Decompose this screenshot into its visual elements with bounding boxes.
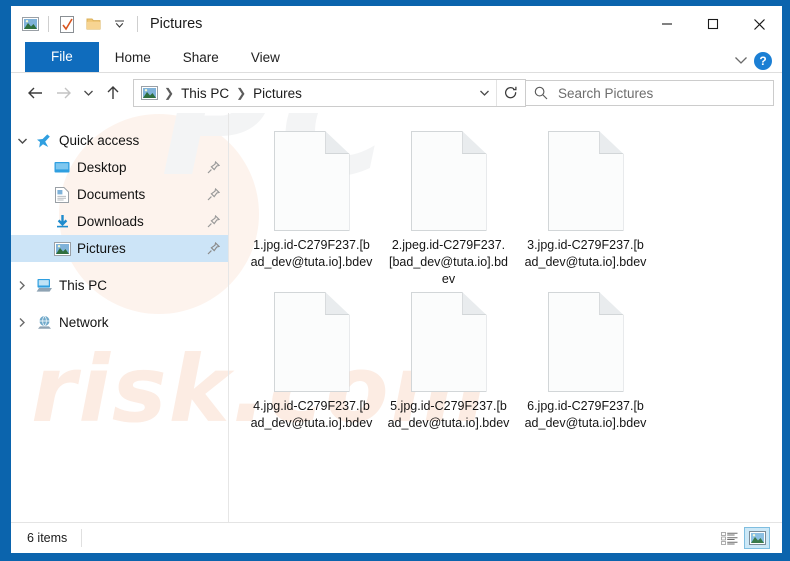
blank-document-icon xyxy=(273,131,350,231)
title-bar: Pictures xyxy=(11,6,782,42)
explorer-window: PC risk.com Pictures File Home Share Vie… xyxy=(0,0,790,561)
details-view-button[interactable] xyxy=(716,527,742,549)
pin-icon[interactable] xyxy=(207,188,220,201)
close-button[interactable] xyxy=(736,9,782,39)
ribbon-collapse-icon[interactable] xyxy=(734,52,748,70)
file-grid: 1.jpg.id-C279F237.[bad_dev@tuta.io].bdev… xyxy=(243,127,782,432)
status-bar: 6 items xyxy=(11,522,782,553)
sidebar-item-documents[interactable]: Documents xyxy=(11,181,228,208)
desktop-icon xyxy=(51,161,73,175)
sidebar-item-label: This PC xyxy=(59,278,108,293)
sidebar-item-label: Desktop xyxy=(77,160,127,175)
properties-icon[interactable] xyxy=(54,12,80,36)
file-name-label: 2.jpeg.id-C279F237.[bad_dev@tuta.io].bde… xyxy=(388,238,509,286)
pin-icon[interactable] xyxy=(207,242,220,255)
help-icon[interactable]: ? xyxy=(754,52,772,70)
pictures-icon[interactable] xyxy=(17,12,43,36)
file-item[interactable]: 3.jpg.id-C279F237.[bad_dev@tuta.io].bdev xyxy=(517,127,654,288)
search-placeholder: Search Pictures xyxy=(558,85,654,101)
file-item[interactable]: 6.jpg.id-C279F237.[bad_dev@tuta.io].bdev xyxy=(517,288,654,432)
sidebar-item-desktop[interactable]: Desktop xyxy=(11,154,228,181)
file-item[interactable]: 1.jpg.id-C279F237.[bad_dev@tuta.io].bdev xyxy=(243,127,380,288)
sidebar-item-network[interactable]: Network xyxy=(11,309,228,336)
tab-share[interactable]: Share xyxy=(167,44,235,72)
search-icon xyxy=(534,86,548,100)
sidebar-item-quick-access[interactable]: Quick access xyxy=(11,127,228,154)
minimize-button[interactable] xyxy=(644,9,690,39)
file-name-label: 4.jpg.id-C279F237.[bad_dev@tuta.io].bdev xyxy=(250,399,373,430)
qat-separator-2 xyxy=(137,16,138,32)
window-title: Pictures xyxy=(150,16,203,32)
breadcrumb-chevron-down-icon[interactable] xyxy=(472,89,496,97)
forward-button[interactable] xyxy=(49,79,77,107)
blank-document-icon xyxy=(547,131,624,231)
network-icon xyxy=(33,315,55,330)
file-item[interactable]: 5.jpg.id-C279F237.[bad_dev@tuta.io].bdev xyxy=(380,288,517,432)
item-count-label: 6 items xyxy=(27,531,68,545)
new-folder-icon[interactable] xyxy=(80,12,106,36)
search-input[interactable]: Search Pictures xyxy=(526,80,774,106)
breadcrumb-separator-1: ❯ xyxy=(164,86,175,100)
sidebar-item-downloads[interactable]: Downloads xyxy=(11,208,228,235)
sidebar-item-this-pc[interactable]: This PC xyxy=(11,272,228,299)
sidebar-item-label: Quick access xyxy=(59,133,140,148)
ribbon-right-controls: ? xyxy=(734,52,782,72)
star-icon xyxy=(33,133,55,149)
file-name-label: 6.jpg.id-C279F237.[bad_dev@tuta.io].bdev xyxy=(524,399,647,430)
sidebar-item-pictures[interactable]: Pictures xyxy=(11,235,228,262)
up-button[interactable] xyxy=(99,79,127,107)
back-button[interactable] xyxy=(21,79,49,107)
breadcrumb-pictures-icon[interactable] xyxy=(139,86,160,100)
recent-locations-icon[interactable] xyxy=(77,79,99,107)
tab-file[interactable]: File xyxy=(25,42,99,72)
view-toggle-group xyxy=(716,527,782,549)
navigation-pane: Quick access Desktop Documents Downloads… xyxy=(11,113,228,522)
blank-document-icon xyxy=(410,131,487,231)
quick-access-toolbar xyxy=(11,12,143,36)
blank-document-icon xyxy=(410,292,487,392)
refresh-icon[interactable] xyxy=(496,80,525,106)
pin-icon[interactable] xyxy=(207,215,220,228)
file-list-pane[interactable]: 1.jpg.id-C279F237.[bad_dev@tuta.io].bdev… xyxy=(229,113,782,522)
sidebar-item-label: Downloads xyxy=(77,214,144,229)
chevron-right-icon[interactable] xyxy=(11,280,33,291)
chevron-right-icon[interactable] xyxy=(11,317,33,328)
ribbon-tab-bar: File Home Share View ? xyxy=(11,42,782,73)
breadcrumb-item-pictures[interactable]: Pictures xyxy=(250,86,305,101)
chevron-down-icon[interactable] xyxy=(11,137,33,145)
this-pc-icon xyxy=(33,278,55,293)
file-name-label: 1.jpg.id-C279F237.[bad_dev@tuta.io].bdev xyxy=(250,238,373,269)
blank-document-icon xyxy=(547,292,624,392)
body-area: Quick access Desktop Documents Downloads… xyxy=(11,113,782,522)
tab-view[interactable]: View xyxy=(235,44,296,72)
breadcrumb[interactable]: ❯ This PC ❯ Pictures xyxy=(133,79,526,107)
pin-icon[interactable] xyxy=(207,161,220,174)
tab-home[interactable]: Home xyxy=(99,44,167,72)
window-inner: PC risk.com Pictures File Home Share Vie… xyxy=(11,6,782,553)
blank-document-icon xyxy=(273,292,350,392)
file-item[interactable]: 4.jpg.id-C279F237.[bad_dev@tuta.io].bdev xyxy=(243,288,380,432)
status-separator xyxy=(81,529,83,547)
qat-separator-1 xyxy=(48,16,49,32)
chevron-down-icon[interactable] xyxy=(106,12,132,36)
file-name-label: 3.jpg.id-C279F237.[bad_dev@tuta.io].bdev xyxy=(524,238,647,269)
large-icons-view-button[interactable] xyxy=(744,527,770,549)
breadcrumb-item-this-pc[interactable]: This PC xyxy=(178,86,232,101)
sidebar-item-label: Documents xyxy=(77,187,146,202)
downloads-icon xyxy=(51,214,73,229)
breadcrumb-separator-2: ❯ xyxy=(236,86,247,100)
address-bar: ❯ This PC ❯ Pictures Search Pictures xyxy=(11,73,782,113)
file-name-label: 5.jpg.id-C279F237.[bad_dev@tuta.io].bdev xyxy=(387,399,510,430)
maximize-button[interactable] xyxy=(690,9,736,39)
sidebar-item-label: Pictures xyxy=(77,241,126,256)
documents-icon xyxy=(51,186,73,203)
sidebar-item-label: Network xyxy=(59,315,109,330)
pictures-icon xyxy=(51,241,73,256)
file-item[interactable]: 2.jpeg.id-C279F237.[bad_dev@tuta.io].bde… xyxy=(380,127,517,288)
